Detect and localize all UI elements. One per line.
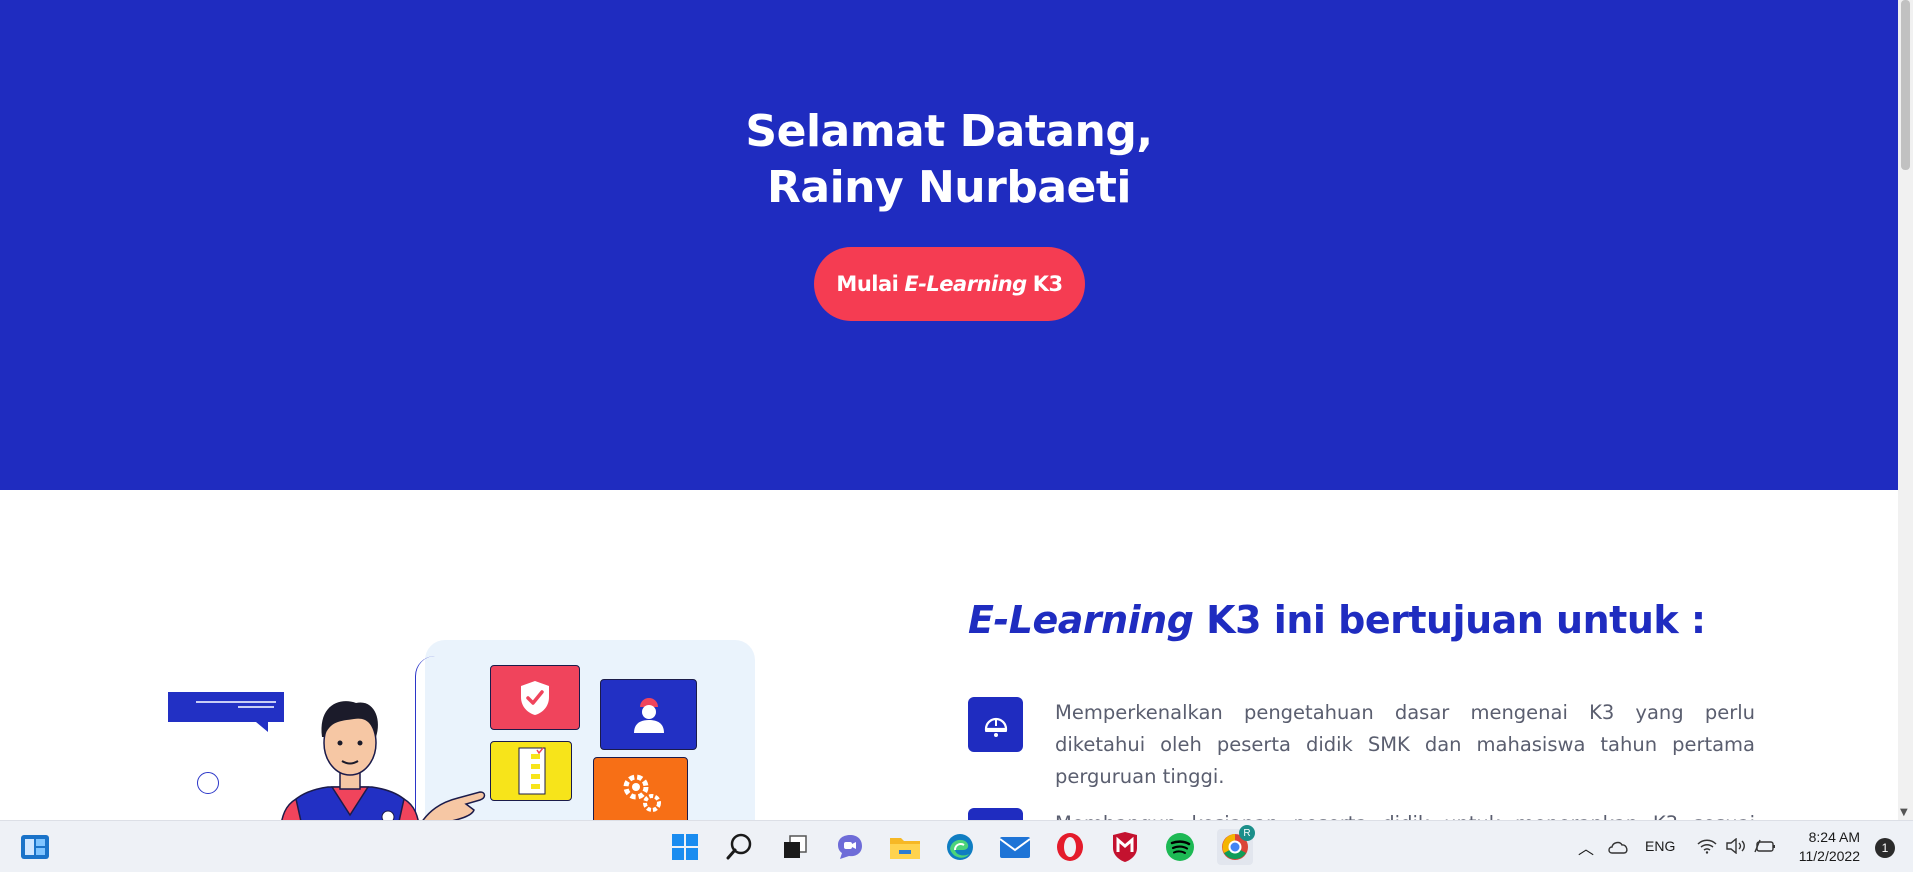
book-icon	[968, 808, 1023, 820]
browser-viewport: Selamat Datang, Rainy Nurbaeti Mulai E-L…	[0, 0, 1913, 820]
purpose-title-italic: E-Learning	[968, 598, 1194, 642]
start-elearning-button[interactable]: Mulai E-Learning K3	[814, 247, 1085, 321]
wifi-icon[interactable]	[1697, 838, 1717, 858]
chevron-up-icon[interactable]: ︿	[1578, 835, 1594, 859]
student-character-illustration	[281, 701, 419, 820]
windows-taskbar: R ︿ ENG 8:24 AM 11/2/2022 1	[0, 820, 1913, 872]
pointing-hand-illustration	[422, 791, 486, 820]
purpose-item-text: Membangun kesiapan peserta didik untuk m…	[1055, 808, 1755, 820]
edge-icon[interactable]	[942, 829, 978, 865]
search-icon[interactable]	[722, 829, 758, 865]
spotify-icon[interactable]	[1162, 829, 1198, 865]
teams-chat-icon[interactable]	[832, 829, 868, 865]
notification-badge[interactable]: 1	[1875, 838, 1895, 858]
clock-date[interactable]: 11/2/2022	[1790, 848, 1860, 864]
clock-time[interactable]: 8:24 AM	[1790, 829, 1860, 845]
cta-prefix: Mulai	[836, 272, 899, 296]
helmet-icon	[968, 697, 1023, 752]
user-name: Rainy Nurbaeti	[767, 162, 1131, 213]
purpose-title: E-Learning K3 ini bertujuan untuk :	[968, 598, 1706, 642]
chrome-icon[interactable]: R	[1217, 825, 1255, 865]
volume-icon[interactable]	[1726, 837, 1746, 858]
welcome-title: Selamat Datang, Rainy Nurbaeti	[0, 104, 1898, 216]
gears-icon	[623, 774, 661, 812]
mcafee-icon[interactable]	[1107, 829, 1143, 865]
chrome-profile-badge: R	[1239, 825, 1255, 841]
scrollbar-thumb[interactable]	[1901, 0, 1910, 170]
language-indicator[interactable]: ENG	[1645, 838, 1675, 854]
chat-line	[238, 706, 274, 708]
checklist-icon	[518, 747, 546, 795]
chat-line	[196, 701, 276, 703]
k3-illustration	[160, 640, 760, 820]
file-explorer-icon[interactable]	[887, 829, 923, 865]
purpose-title-rest: K3 ini bertujuan untuk :	[1206, 598, 1706, 642]
welcome-line: Selamat Datang,	[745, 106, 1153, 157]
worker-tile	[600, 679, 697, 750]
scroll-down-arrow-icon[interactable]: ▼	[1900, 807, 1908, 818]
page-scrollbar[interactable]: ▼	[1898, 0, 1913, 820]
cta-suffix: K3	[1032, 272, 1063, 296]
onedrive-icon[interactable]	[1607, 839, 1629, 858]
shield-check-icon	[521, 680, 549, 715]
hero-section: Selamat Datang, Rainy Nurbaeti Mulai E-L…	[0, 0, 1898, 490]
worker-avatar-icon	[633, 697, 664, 733]
shield-tile	[490, 665, 580, 730]
purpose-item-text: Memperkenalkan pengetahuan dasar mengena…	[1055, 701, 1755, 788]
chat-bubble-decor	[168, 692, 284, 732]
circle-decor	[197, 772, 219, 794]
checklist-tile	[490, 741, 572, 801]
widgets-icon[interactable]	[17, 829, 53, 865]
windows-start-icon[interactable]	[667, 829, 703, 865]
cta-italic: E-Learning	[904, 272, 1027, 296]
purpose-section: E-Learning K3 ini bertujuan untuk : Memp…	[0, 490, 1898, 820]
gears-tile	[593, 757, 688, 820]
opera-icon[interactable]	[1052, 829, 1088, 865]
task-view-icon[interactable]	[777, 829, 813, 865]
mail-icon[interactable]	[997, 829, 1033, 865]
battery-icon[interactable]	[1754, 838, 1776, 858]
